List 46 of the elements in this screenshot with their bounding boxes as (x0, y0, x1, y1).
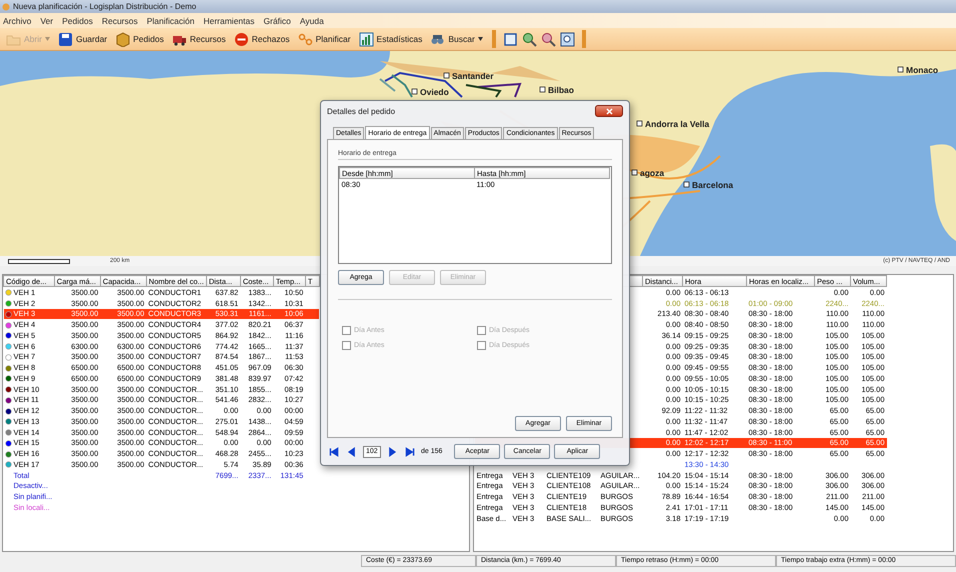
menu-item[interactable]: Ver (40, 16, 54, 26)
city-label: Bilbao (548, 85, 574, 95)
menu-item[interactable]: Planificación (146, 16, 194, 26)
route-icon (298, 32, 313, 46)
city-label: agoza (640, 168, 664, 178)
close-button[interactable] (595, 105, 623, 117)
city-label: Barcelona (692, 180, 734, 190)
toolbar-button[interactable]: Estadísticas (356, 30, 426, 48)
scale-bar (8, 258, 70, 264)
no-entry-icon (234, 32, 249, 46)
toolbar-button[interactable]: Buscar (427, 30, 486, 48)
zoom-out-icon (540, 32, 556, 46)
menu-item[interactable]: Recursos (102, 16, 138, 26)
dialog-title: Detalles del pedido (327, 106, 396, 116)
menu-item[interactable]: Archivo (3, 16, 32, 26)
last-page-button[interactable] (403, 446, 417, 456)
last-page-icon (405, 446, 415, 456)
next-icon (387, 446, 397, 456)
zoom-in-button[interactable] (520, 30, 538, 48)
first-page-button[interactable] (327, 446, 341, 456)
city-label: Monaco (906, 65, 938, 75)
app-icon (2, 2, 10, 10)
zoom-window-icon (560, 32, 575, 46)
toolbar-button[interactable]: Guardar (54, 30, 110, 48)
fit-view-button[interactable] (502, 30, 519, 48)
fit-view-icon (502, 32, 518, 46)
box-icon (115, 32, 130, 46)
city-label: Andorra la Vella (645, 119, 710, 129)
menu-item[interactable]: Gráfico (264, 16, 291, 26)
toolbar-button[interactable]: Recursos (168, 30, 229, 48)
city-label: Oviedo (420, 87, 449, 97)
bar-chart-icon (358, 32, 374, 46)
previous-icon (347, 446, 357, 456)
zoom-window-button[interactable] (558, 30, 576, 48)
menu-item[interactable]: Pedidos (62, 16, 93, 26)
close-icon (606, 108, 612, 114)
zoom-in-icon (522, 32, 537, 46)
zoom-out-button[interactable] (540, 30, 557, 48)
window-title: Nueva planificación - Logisplan Distribución - Demo (13, 2, 196, 11)
menu-item[interactable]: Herramientas (203, 16, 254, 26)
city-label: Santander (452, 71, 494, 81)
toolbar-button[interactable]: Planificar (294, 30, 354, 48)
first-page-icon (329, 446, 339, 456)
menu-item[interactable]: Ayuda (300, 16, 324, 26)
toolbar-button[interactable]: Rechazos (230, 30, 293, 48)
toolbar-button[interactable]: Pedidos (112, 30, 167, 48)
